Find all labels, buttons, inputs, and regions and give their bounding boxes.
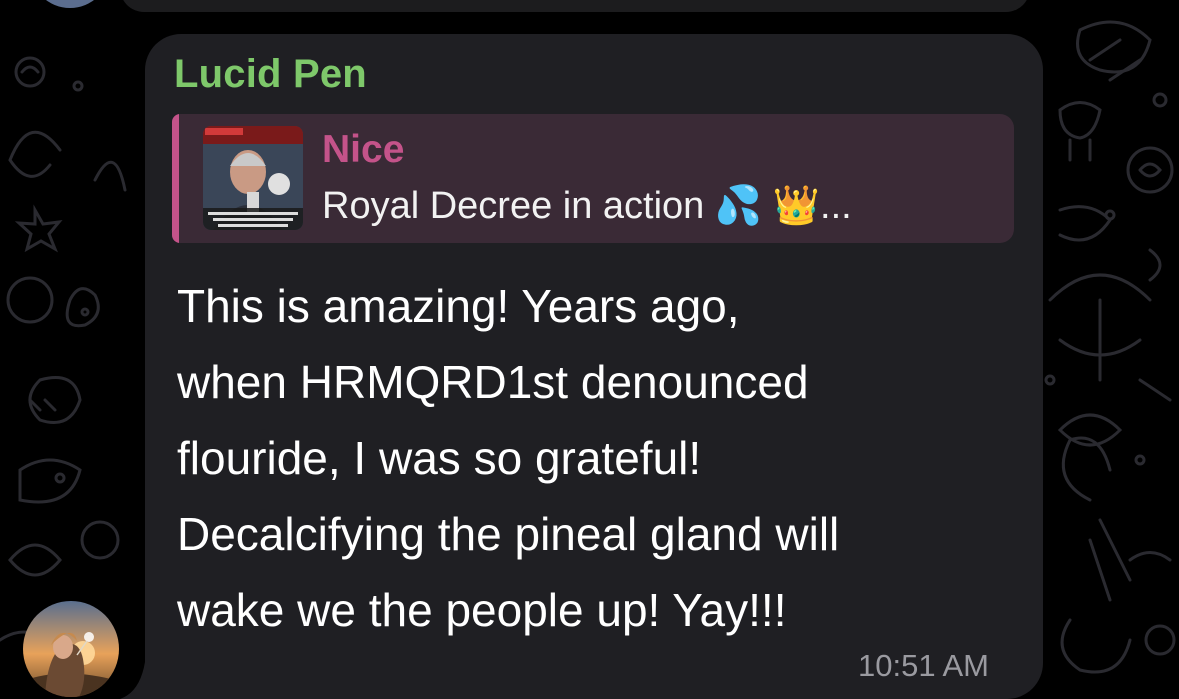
message-timestamp: 10:51 AM (858, 648, 989, 683)
sender-name[interactable]: Lucid Pen (174, 52, 367, 97)
news-thumbnail-image (203, 126, 303, 230)
reply-preview-text: Royal Decree in action 💦 👑... (322, 185, 852, 227)
bubble-tail (120, 662, 145, 699)
previous-message-bubble[interactable] (120, 0, 1030, 12)
reply-preview[interactable]: Nice Royal Decree in action 💦 👑... (172, 114, 1014, 243)
chat-background: Lucid Pen Nice Royal Decree in action 💦 … (0, 0, 1179, 699)
reply-author: Nice (322, 128, 405, 171)
reply-accent-bar (172, 114, 179, 243)
message-text: This is amazing! Years ago, when HRMQRD1… (177, 280, 840, 636)
sender-avatar[interactable] (23, 601, 119, 697)
